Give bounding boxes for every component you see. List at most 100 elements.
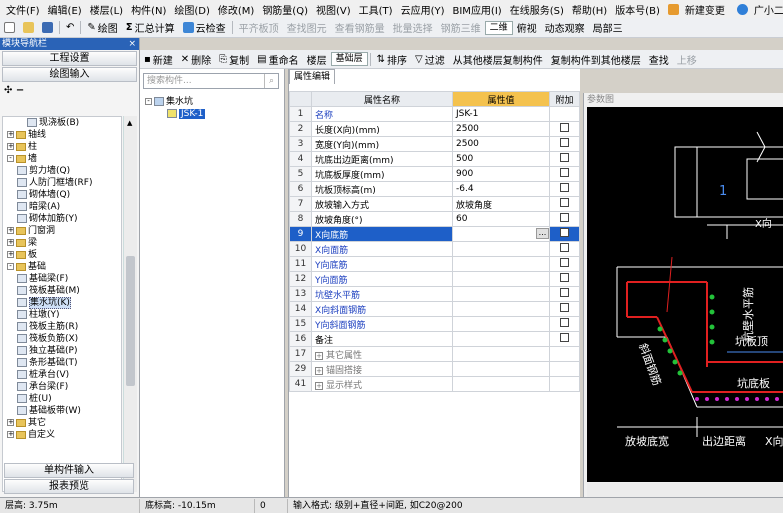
- property-value[interactable]: [452, 316, 550, 332]
- nav-scrollbar[interactable]: ▲▼: [123, 116, 137, 492]
- expand-toggle-icon[interactable]: +: [7, 239, 14, 246]
- tree-item[interactable]: + 门窗洞: [3, 225, 121, 237]
- menu-item[interactable]: 修改(M): [214, 2, 258, 17]
- extra-cell[interactable]: [549, 256, 580, 272]
- expand-toggle-icon[interactable]: +: [7, 227, 14, 234]
- view-button[interactable]: 俯视: [513, 20, 541, 35]
- property-value[interactable]: [452, 301, 550, 317]
- extra-cell[interactable]: [549, 226, 580, 242]
- menu-item[interactable]: 帮助(H): [568, 2, 611, 17]
- scroll-up-icon[interactable]: ▲: [127, 119, 132, 127]
- property-row[interactable]: 10 X向面筋: [289, 241, 580, 257]
- property-value[interactable]: [452, 271, 550, 287]
- tree-item[interactable]: 筏板基础(M): [3, 285, 121, 297]
- menu-item[interactable]: 钢筋量(Q): [258, 2, 312, 17]
- property-row[interactable]: 4 坑底出边距离(mm) 500: [289, 151, 580, 167]
- menu-item[interactable]: 视图(V): [312, 2, 355, 17]
- property-value[interactable]: [452, 241, 550, 257]
- property-row[interactable]: 41 + 显示样式: [289, 376, 580, 392]
- copy-button[interactable]: ⎘ 复制: [215, 52, 253, 67]
- menu-item[interactable]: 编辑(E): [44, 2, 86, 17]
- extra-cell[interactable]: [549, 136, 580, 152]
- property-value[interactable]: 900: [452, 166, 550, 182]
- expand-toggle-icon[interactable]: +: [315, 366, 323, 375]
- tree-item[interactable]: 桩(U): [3, 393, 121, 405]
- property-row[interactable]: 15 Y向斜面钢筋: [289, 316, 580, 332]
- tab-property-edit[interactable]: 属性编辑: [289, 69, 336, 84]
- expand-toggle-icon[interactable]: +: [7, 131, 14, 138]
- tree-item[interactable]: 现浇板(B): [3, 117, 121, 129]
- single-input-button[interactable]: 单构件输入: [4, 463, 134, 478]
- expand-toggle-icon[interactable]: +: [315, 351, 323, 360]
- tree-item[interactable]: + 柱: [3, 141, 121, 153]
- property-row[interactable]: 11 Y向底筋: [289, 256, 580, 272]
- extra-checkbox[interactable]: [560, 318, 569, 327]
- property-value[interactable]: JSK-1: [452, 106, 550, 122]
- extra-cell[interactable]: [549, 241, 580, 257]
- extra-cell[interactable]: [549, 121, 580, 137]
- tree-item[interactable]: + 梁: [3, 237, 121, 249]
- cloud-check-button[interactable]: 云检查: [179, 20, 230, 35]
- extra-cell[interactable]: [549, 271, 580, 287]
- property-value[interactable]: 60: [452, 211, 550, 227]
- menu-item[interactable]: 绘图(D): [170, 2, 214, 17]
- tree-item[interactable]: 承台梁(F): [3, 381, 121, 393]
- tree-item[interactable]: + 板: [3, 249, 121, 261]
- tree-item[interactable]: 条形基础(T): [3, 357, 121, 369]
- property-value[interactable]: 500: [452, 151, 550, 167]
- tree-item[interactable]: 砌体墙(Q): [3, 189, 121, 201]
- property-value[interactable]: ...: [452, 226, 550, 242]
- extra-cell[interactable]: [549, 166, 580, 182]
- undo-button[interactable]: ↶: [62, 22, 78, 33]
- sort-button[interactable]: ⇅ 排序: [373, 52, 411, 67]
- move-up-button[interactable]: 上移: [673, 52, 701, 67]
- tree-item[interactable]: -墙: [3, 153, 121, 165]
- expand-toggle-icon[interactable]: +: [7, 419, 14, 426]
- new-file-button[interactable]: [0, 22, 19, 33]
- tree-item[interactable]: 筏板负筋(X): [3, 333, 121, 345]
- tree-item[interactable]: 基础板带(W): [3, 405, 121, 417]
- copy-from-floor-button[interactable]: 从其他楼层复制构件: [449, 52, 547, 67]
- tree-item[interactable]: - 基础: [3, 261, 121, 273]
- menu-item[interactable]: 楼层(L): [86, 2, 127, 17]
- tree-item[interactable]: 柱墩(Y): [3, 309, 121, 321]
- property-value[interactable]: [452, 331, 550, 347]
- menu-item[interactable]: 文件(F): [2, 2, 44, 17]
- extra-checkbox[interactable]: [560, 183, 569, 192]
- new-component-button[interactable]: ▪ 新建: [140, 52, 177, 67]
- extra-checkbox[interactable]: [560, 303, 569, 312]
- expand-toggle-icon[interactable]: -: [7, 155, 14, 162]
- extra-checkbox[interactable]: [560, 258, 569, 267]
- property-row[interactable]: 7 放坡输入方式 放坡角度: [289, 196, 580, 212]
- extra-checkbox[interactable]: [560, 153, 569, 162]
- dynamic-view-button[interactable]: 动态观察: [541, 20, 589, 35]
- filter-button[interactable]: ▽ 过滤: [411, 52, 449, 67]
- report-preview-button[interactable]: 报表预览: [4, 479, 134, 494]
- property-row[interactable]: 3 宽度(Y向)(mm) 2500: [289, 136, 580, 152]
- tree-item[interactable]: 剪力墙(Q): [3, 165, 121, 177]
- diagram-hscrollbar[interactable]: [587, 483, 783, 497]
- property-row[interactable]: 8 放坡角度(°) 60: [289, 211, 580, 227]
- extra-cell[interactable]: [549, 196, 580, 212]
- expand-toggle-icon[interactable]: +: [7, 143, 14, 150]
- extra-cell[interactable]: [549, 331, 580, 347]
- expand-toggle-icon[interactable]: +: [315, 381, 323, 390]
- scroll-thumb[interactable]: [126, 256, 135, 386]
- extra-cell[interactable]: [549, 181, 580, 197]
- expand-toggle-icon[interactable]: +: [7, 251, 14, 258]
- tree-root[interactable]: - 集水坑: [145, 96, 205, 108]
- extra-cell[interactable]: [549, 211, 580, 227]
- find-element-button[interactable]: 查找图元: [283, 20, 331, 35]
- tree-item[interactable]: 独立基础(P): [3, 345, 121, 357]
- flat-plate-button[interactable]: 平齐板顶: [235, 20, 283, 35]
- property-row[interactable]: 29 + 锚固搭接: [289, 361, 580, 377]
- tree-item[interactable]: + 轴线: [3, 129, 121, 141]
- extra-cell[interactable]: [549, 151, 580, 167]
- menu-item[interactable]: 在线服务(S): [506, 2, 568, 17]
- user-button[interactable]: 广小二: [733, 2, 783, 17]
- tree-item[interactable]: 筏板主筋(R): [3, 321, 121, 333]
- extra-cell[interactable]: [549, 316, 580, 332]
- property-row[interactable]: 14 X向斜面钢筋: [289, 301, 580, 317]
- extra-checkbox[interactable]: [560, 228, 569, 237]
- extra-checkbox[interactable]: [560, 213, 569, 222]
